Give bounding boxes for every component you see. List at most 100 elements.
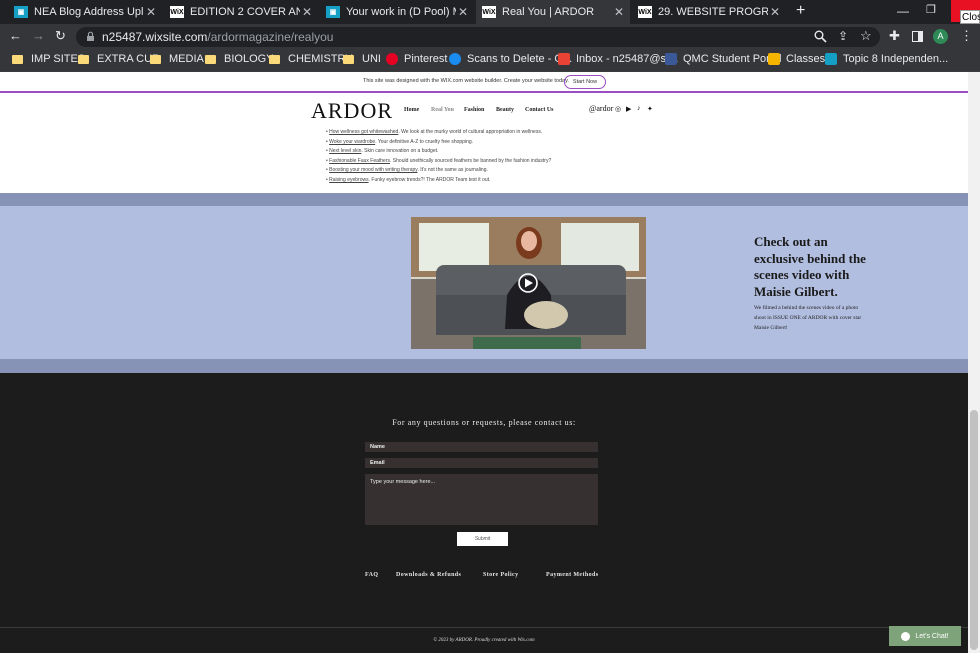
- video-player[interactable]: [411, 217, 646, 349]
- bookmark-media[interactable]: MEDIA: [150, 53, 204, 65]
- tiktok-icon[interactable]: ♪: [637, 105, 641, 112]
- nav-contact-us[interactable]: Contact Us: [525, 107, 554, 113]
- message-textarea[interactable]: Type your message here...: [365, 474, 598, 525]
- tab-nea-blog[interactable]: ▣ NEA Blog Address Upload (fo ✕: [8, 0, 162, 24]
- article-desc: . It's not the same as journaling.: [417, 167, 488, 174]
- folder-icon: [150, 54, 161, 64]
- nav-real-you[interactable]: Real You: [431, 107, 454, 113]
- tab-title: Your work in (D Pool) Media: [346, 6, 456, 18]
- back-icon[interactable]: ←: [9, 28, 22, 43]
- classroom-icon: [768, 53, 780, 65]
- bookmark-label: QMC Student Portal: [683, 53, 782, 65]
- close-icon[interactable]: ✕: [456, 5, 470, 19]
- tab-real-you[interactable]: WiX Real You | ARDOR ✕: [476, 0, 630, 24]
- bookmark-star-icon[interactable]: ☆: [860, 28, 872, 44]
- bookmark-scans[interactable]: Scans to Delete - O...: [449, 53, 572, 65]
- tab-title: EDITION 2 COVER AND CON: [190, 6, 300, 18]
- email-field[interactable]: Email: [365, 458, 598, 468]
- bookmark-imp-sites[interactable]: IMP SITES: [12, 53, 85, 65]
- chat-label: Let's Chat!: [915, 632, 949, 640]
- side-panel-icon[interactable]: [912, 31, 923, 42]
- close-icon[interactable]: ✕: [612, 5, 626, 19]
- folder-icon: [269, 54, 280, 64]
- article-desc: . Funky eyebrow trends?! The ARDOR Team …: [368, 176, 491, 183]
- article-link[interactable]: Fashionable Faux Feathers: [329, 158, 390, 164]
- chat-button[interactable]: Let's Chat!: [889, 626, 961, 646]
- wix-icon: WiX: [482, 6, 496, 18]
- video-thumbnail: [411, 217, 646, 349]
- lock-icon: [87, 31, 94, 41]
- article-link[interactable]: How wellness got whitewashed: [329, 129, 398, 135]
- bookmark-extra-cur[interactable]: EXTRA CUR: [78, 53, 160, 65]
- tab-title: Real You | ARDOR: [502, 6, 595, 18]
- bookmark-qmc-portal[interactable]: QMC Student Portal: [665, 53, 781, 65]
- new-tab-button[interactable]: +: [796, 2, 805, 20]
- footer-divider: [0, 627, 968, 628]
- classroom-icon: [825, 53, 837, 65]
- restore-icon[interactable]: ❐: [926, 3, 936, 16]
- bookmark-biology[interactable]: BIOLOGY: [205, 53, 274, 65]
- zoom-icon[interactable]: [814, 30, 827, 43]
- reload-icon[interactable]: ↻: [55, 28, 66, 44]
- tab-title: 29. WEBSITE PROGRESS: [658, 6, 768, 18]
- bookmark-inbox[interactable]: Inbox - n25487@st...: [558, 53, 678, 65]
- tab-website-progress[interactable]: WiX 29. WEBSITE PROGRESS ✕: [632, 0, 786, 24]
- article-link[interactable]: Boosting your mood with writing therapy: [329, 167, 417, 173]
- minimize-icon[interactable]: —: [897, 4, 909, 18]
- share-icon[interactable]: ⇪: [838, 29, 848, 43]
- bookmark-classes[interactable]: Classes: [768, 53, 825, 65]
- bookmark-uni[interactable]: UNI: [343, 53, 381, 65]
- extensions-icon[interactable]: ✚: [889, 28, 900, 44]
- copyright-text: © 2023 by ARDOR. Proudly created with Wi…: [433, 638, 535, 643]
- wix-banner: This site was designed with the WIX.com …: [0, 72, 968, 93]
- classroom-icon: ▣: [326, 6, 340, 18]
- classroom-icon: ▣: [14, 6, 28, 18]
- social-handle: @ardor: [589, 104, 614, 113]
- article-desc: . Skin care innovation on a budget.: [361, 148, 439, 155]
- footer-link-downloads[interactable]: Downloads & Refunds: [396, 572, 461, 578]
- url-text[interactable]: n25487.wixsite.com/ardormagazine/realyou: [102, 30, 333, 44]
- tab-your-work[interactable]: ▣ Your work in (D Pool) Media ✕: [320, 0, 474, 24]
- close-icon[interactable]: ✕: [768, 5, 782, 19]
- profile-avatar[interactable]: A: [933, 29, 948, 44]
- list-item: Raising eyebrows. Funky eyebrow trends?!…: [326, 176, 596, 186]
- bookmark-chemistry[interactable]: CHEMISTRY: [269, 53, 353, 65]
- gmail-icon: [558, 53, 570, 65]
- close-icon[interactable]: ✕: [300, 5, 314, 19]
- site-logo[interactable]: ARDOR: [311, 98, 393, 124]
- nav-home[interactable]: Home: [404, 107, 419, 113]
- footer-link-store-policy[interactable]: Store Policy: [483, 572, 519, 578]
- twitter-icon[interactable]: ✦: [647, 105, 653, 113]
- footer-link-faq[interactable]: FAQ: [365, 572, 378, 578]
- article-link[interactable]: Next level skin: [329, 148, 361, 154]
- menu-icon[interactable]: ⋮: [960, 28, 973, 44]
- bookmark-label: UNI: [362, 53, 381, 65]
- wix-icon: WiX: [170, 6, 184, 18]
- article-link[interactable]: Woke your wardrobe: [329, 139, 375, 145]
- wix-icon: WiX: [638, 6, 652, 18]
- nav-fashion[interactable]: Fashion: [464, 107, 484, 113]
- close-icon[interactable]: ✕: [144, 5, 158, 19]
- article-link[interactable]: Raising eyebrows: [329, 177, 368, 183]
- submit-button[interactable]: Submit: [457, 532, 508, 546]
- instagram-icon[interactable]: ◎: [615, 105, 621, 113]
- chat-bubble-icon: [901, 631, 911, 641]
- feature-headline: Check out an exclusive behind the scenes…: [754, 234, 866, 299]
- list-item: How wellness got whitewashed. We look at…: [326, 128, 596, 138]
- bookmark-label: Scans to Delete - O...: [467, 53, 573, 65]
- bookmark-pinterest[interactable]: Pinterest: [386, 53, 447, 65]
- tab-edition-2[interactable]: WiX EDITION 2 COVER AND CON ✕: [164, 0, 318, 24]
- scrollbar-thumb[interactable]: [970, 410, 978, 650]
- youtube-icon[interactable]: ▶: [626, 105, 631, 113]
- bookmark-topic-8[interactable]: Topic 8 Independen...: [825, 53, 948, 65]
- forward-icon[interactable]: →: [32, 28, 45, 43]
- start-now-button[interactable]: Start Now: [564, 75, 606, 89]
- folder-icon: [343, 54, 354, 64]
- name-field[interactable]: Name: [365, 442, 598, 452]
- tab-title: NEA Blog Address Upload (fo: [34, 6, 144, 18]
- bookmark-label: BIOLOGY: [224, 53, 274, 65]
- footer-link-payment[interactable]: Payment Methods: [546, 572, 599, 578]
- cloud-icon: [449, 53, 461, 65]
- bookmark-label: Pinterest: [404, 53, 448, 65]
- nav-beauty[interactable]: Beauty: [496, 107, 514, 113]
